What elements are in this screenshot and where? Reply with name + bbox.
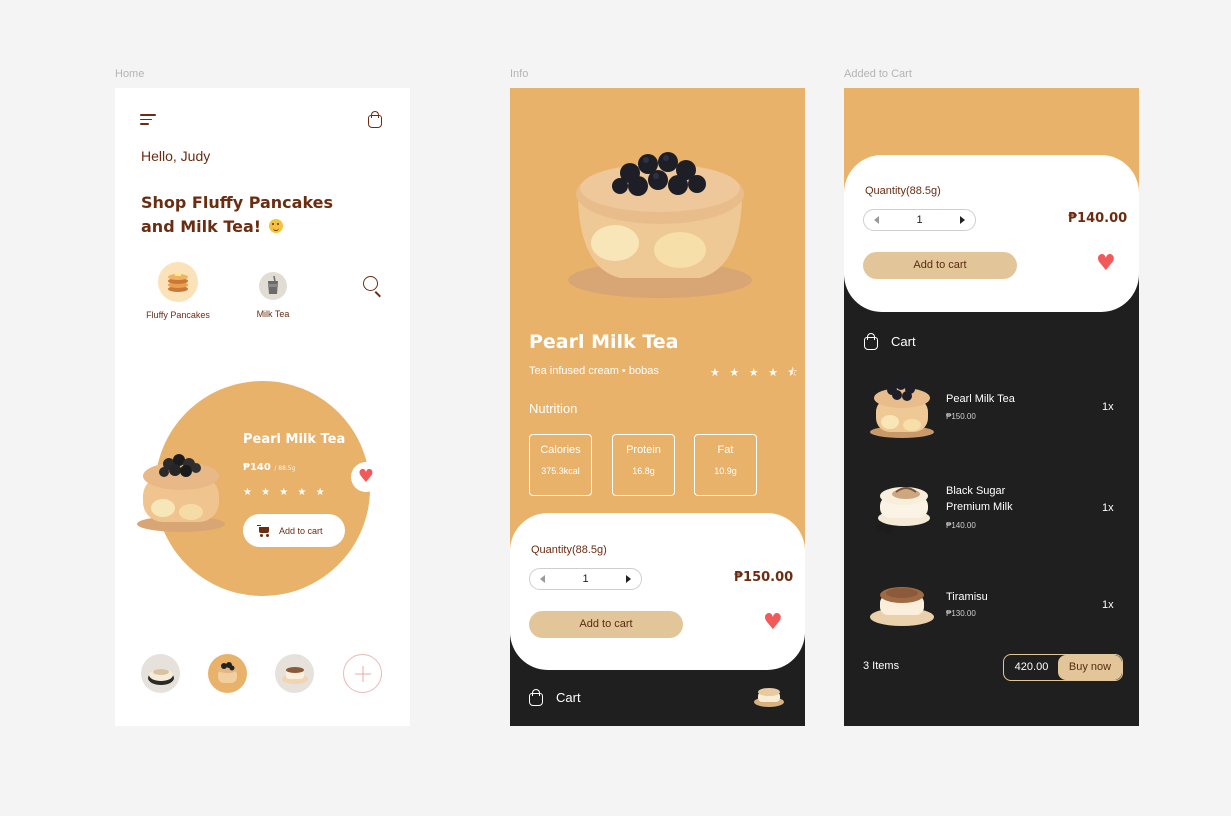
cart-total: 420.00	[1014, 661, 1049, 673]
add-to-cart-button[interactable]: Add to cart	[529, 611, 683, 638]
pearl-milk-tea-image	[870, 380, 934, 438]
product-subtitle: Tea infused cream • bobas	[529, 365, 659, 377]
home-screen: Hello, Judy Shop Fluffy Pancakes and Mil…	[115, 88, 410, 726]
cart-preview-thumbnail[interactable]	[752, 684, 786, 710]
cart-screen: Quantity(88.5g) 1 ₱140.00 Add to cart ♥ …	[844, 88, 1139, 726]
product-price: ₱150.00	[734, 570, 794, 585]
cart-item-name: Black Sugar Premium Milk	[946, 483, 1013, 515]
quantity-stepper[interactable]: 1	[863, 209, 976, 231]
featured-title: Pearl Milk Tea	[243, 432, 346, 447]
cart-label: Cart	[891, 334, 916, 349]
nutrition-calories: Calories 375.3kcal	[529, 434, 592, 496]
nutrition-value: 10.9g	[714, 466, 737, 476]
nutrition-name: Calories	[540, 444, 581, 456]
cart-bag-icon	[863, 333, 879, 350]
quantity-stepper[interactable]: 1	[529, 568, 642, 590]
category-label: Fluffy Pancakes	[146, 310, 210, 320]
nutrition-value: 16.8g	[632, 466, 655, 476]
add-to-cart-button[interactable]: Add to cart	[863, 252, 1017, 279]
cart-item-price: ₱150.00	[946, 412, 976, 421]
featured-price: ₱140 / 88.5g	[243, 462, 295, 473]
nutrition-fat: Fat 10.9g	[694, 434, 757, 496]
shopping-bag-icon[interactable]	[367, 111, 383, 128]
headline-line-1: Shop Fluffy Pancakes	[141, 193, 334, 212]
cart-item-name-line-1: Black Sugar	[946, 485, 1006, 497]
cart-icon	[257, 524, 270, 537]
black-sugar-premium-milk-image	[876, 487, 930, 534]
headline-line-2: and Milk Tea!	[141, 217, 262, 236]
purchase-card	[510, 513, 805, 670]
cart-item-qty: 1x	[1102, 401, 1114, 413]
add-more-button[interactable]	[343, 654, 382, 693]
favorite-heart-icon[interactable]: ♥	[1096, 253, 1116, 275]
info-screen: Pearl Milk Tea Tea infused cream • bobas…	[510, 88, 805, 726]
greeting: Hello, Judy	[141, 148, 211, 164]
nutrition-protein: Protein 16.8g	[612, 434, 675, 496]
nutrition-value: 375.3kcal	[541, 466, 580, 476]
thumbnail-tiramisu[interactable]	[275, 654, 314, 693]
quantity-value: 1	[582, 573, 589, 585]
milk-tea-icon	[259, 272, 287, 300]
smiley-icon	[268, 219, 283, 233]
cart-bag-icon	[528, 689, 544, 706]
pancake-icon	[158, 262, 198, 302]
purchase-card	[844, 155, 1139, 312]
cart-item-price: ₱140.00	[946, 521, 976, 530]
cart-item-name-line-2: Premium Milk	[946, 501, 1013, 513]
featured-price-value: ₱140	[243, 462, 271, 473]
tiramisu-image	[870, 587, 934, 626]
favorite-heart-icon[interactable]: ♥	[763, 612, 783, 634]
pearl-milk-tea-image	[137, 454, 225, 532]
items-count: 3 Items	[863, 660, 900, 672]
featured-weight: / 88.5g	[274, 465, 296, 472]
product-price: ₱140.00	[1068, 211, 1128, 226]
quantity-label: Quantity(88.5g)	[531, 544, 607, 556]
cart-item-name: Pearl Milk Tea	[946, 393, 1015, 405]
menu-icon[interactable]	[140, 114, 156, 125]
frame-label-info: Info	[510, 68, 529, 80]
nutrition-name: Protein	[626, 444, 661, 456]
frame-label-cart: Added to Cart	[844, 68, 912, 80]
nutrition-name: Fat	[717, 444, 734, 456]
product-title: Pearl Milk Tea	[529, 331, 679, 353]
product-hero-image	[568, 152, 752, 298]
category-milk-tea[interactable]: Milk Tea	[245, 272, 301, 319]
cart-item-qty: 1x	[1102, 599, 1114, 611]
checkout-group: 420.00 Buy now	[1003, 654, 1123, 681]
frame-label-home: Home	[115, 68, 145, 80]
category-fluffy-pancakes[interactable]: Fluffy Pancakes	[140, 262, 216, 320]
quantity-value: 1	[916, 214, 923, 226]
favorite-heart-icon[interactable]: ♥	[351, 462, 381, 492]
product-rating: ★ ★ ★ ★ ⯪	[710, 366, 801, 379]
search-icon[interactable]	[363, 276, 383, 298]
cart-item-name: Tiramisu	[946, 591, 988, 603]
thumbnail-pearl-milk-tea[interactable]	[208, 654, 247, 693]
featured-rating: ★ ★ ★ ★ ★	[243, 487, 328, 498]
page-title: Shop Fluffy Pancakes and Milk Tea!	[141, 191, 341, 239]
category-label: Milk Tea	[256, 309, 290, 319]
buy-now-button[interactable]: Buy now	[1058, 655, 1122, 680]
cart-item-qty: 1x	[1102, 502, 1114, 514]
nutrition-heading: Nutrition	[529, 401, 578, 416]
increment-icon[interactable]	[960, 216, 965, 224]
cart-label[interactable]: Cart	[556, 690, 581, 705]
increment-icon[interactable]	[626, 575, 631, 583]
add-to-cart-button[interactable]: Add to cart	[243, 514, 345, 547]
add-to-cart-label: Add to cart	[279, 525, 323, 536]
quantity-label: Quantity(88.5g)	[865, 185, 941, 197]
cart-item-price: ₱130.00	[946, 609, 976, 618]
thumbnail-black-sugar[interactable]	[141, 654, 180, 693]
